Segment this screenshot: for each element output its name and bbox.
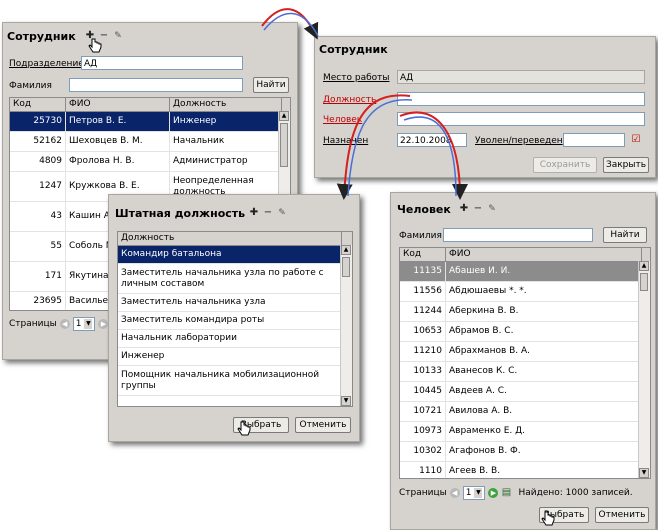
arrow-position-to-window xyxy=(336,94,411,200)
flow-arrows xyxy=(261,8,468,200)
arrow-person-to-window xyxy=(399,111,468,200)
